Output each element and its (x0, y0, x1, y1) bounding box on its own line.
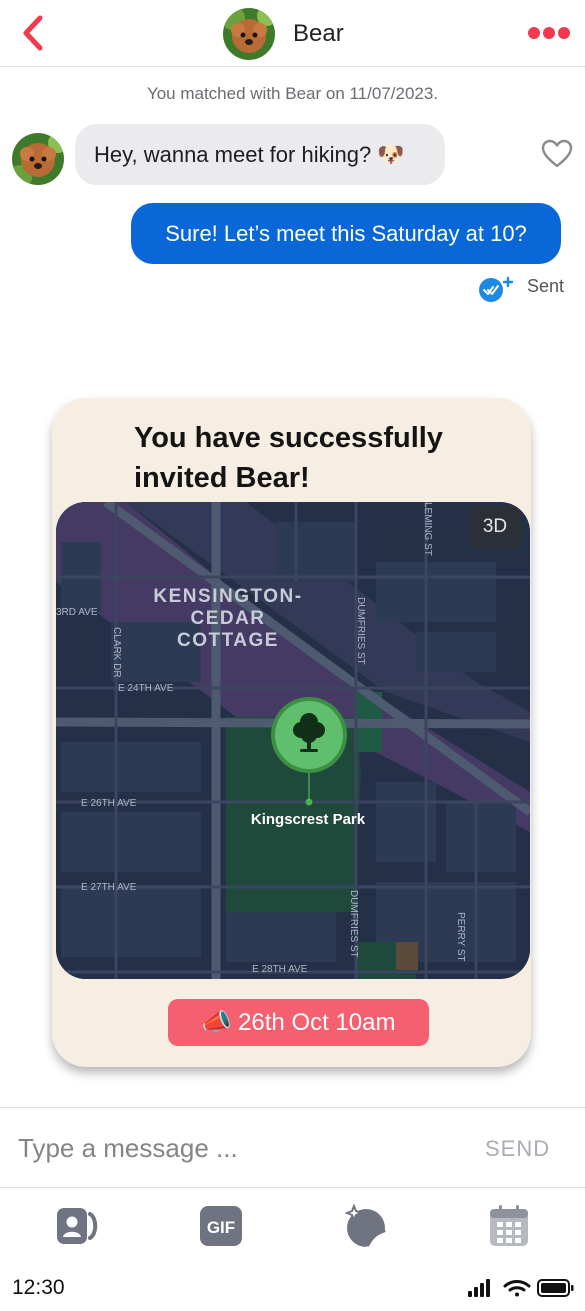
send-button[interactable]: SEND (485, 1136, 550, 1162)
contact-avatar[interactable] (223, 8, 275, 60)
invite-date-button[interactable]: 📣 26th Oct 10am (168, 999, 429, 1046)
match-note: You matched with Bear on 11/07/2023. (146, 84, 439, 103)
sender-avatar[interactable] (12, 133, 64, 185)
battery-icon (537, 1279, 574, 1297)
chat-header: Bear (0, 0, 585, 67)
calendar-button[interactable] (487, 1204, 531, 1248)
wifi-icon (503, 1280, 531, 1297)
contact-card-button[interactable] (55, 1204, 99, 1248)
street-label: E 27TH AVE (81, 882, 137, 893)
outgoing-message[interactable]: Sure! Let’s meet this Saturday at 10? (131, 203, 561, 264)
invite-title: You have successfully invited Bear! (134, 422, 443, 494)
message-composer: SEND (0, 1107, 585, 1188)
more-options-button[interactable] (528, 26, 576, 42)
contact-name[interactable]: Bear (293, 20, 344, 48)
message-input[interactable] (18, 1126, 438, 1170)
neighborhood-label: KENSINGTON- (153, 586, 302, 607)
status-time: 12:30 (12, 1276, 65, 1299)
like-message-button[interactable] (541, 139, 573, 169)
street-label: E 24TH AVE (118, 683, 174, 694)
neighborhood-label: CEDAR (190, 608, 265, 629)
heart-icon (541, 139, 573, 168)
street-label: CLARK DR (111, 627, 122, 678)
street-label: DUMFRIES ST (348, 890, 359, 958)
double-check-icon (478, 275, 514, 303)
street-label: E 28TH AVE (252, 964, 308, 975)
neighborhood-label: COTTAGE (177, 630, 279, 651)
street-label: 3RD AVE (56, 607, 98, 618)
incoming-message[interactable]: Hey, wanna meet for hiking? 🐶 (75, 124, 445, 185)
street-label: E 26TH AVE (81, 798, 137, 809)
message-status: Sent (527, 276, 565, 296)
contact-card-icon (57, 1208, 98, 1244)
gif-icon: GIF (200, 1206, 242, 1246)
place-label: Kingscrest Park (251, 811, 366, 828)
street-label: DUMFRIES ST (355, 597, 366, 665)
magic-sticker-button[interactable] (344, 1203, 388, 1248)
street-label: PERRY ST (455, 912, 466, 962)
status-icons (466, 1276, 576, 1300)
more-dots-icon (528, 27, 540, 39)
map-3d-toggle[interactable]: 3D (468, 506, 522, 548)
street-label: LEMING ST (422, 502, 433, 556)
magic-sticker-icon (344, 1203, 386, 1247)
invite-card: You have successfully invited Bear! 3RD … (52, 398, 531, 1067)
location-map[interactable]: 3RD AVE CLARK DR E 24TH AVE E 26TH AVE E… (56, 502, 530, 979)
calendar-icon (490, 1205, 528, 1246)
gif-button[interactable]: GIF (199, 1204, 243, 1248)
gif-label: GIF (207, 1218, 235, 1237)
signal-icon (468, 1279, 490, 1297)
chevron-left-icon (23, 15, 43, 51)
more-dot (543, 27, 555, 39)
back-button[interactable] (16, 14, 50, 52)
more-dot (558, 27, 570, 39)
